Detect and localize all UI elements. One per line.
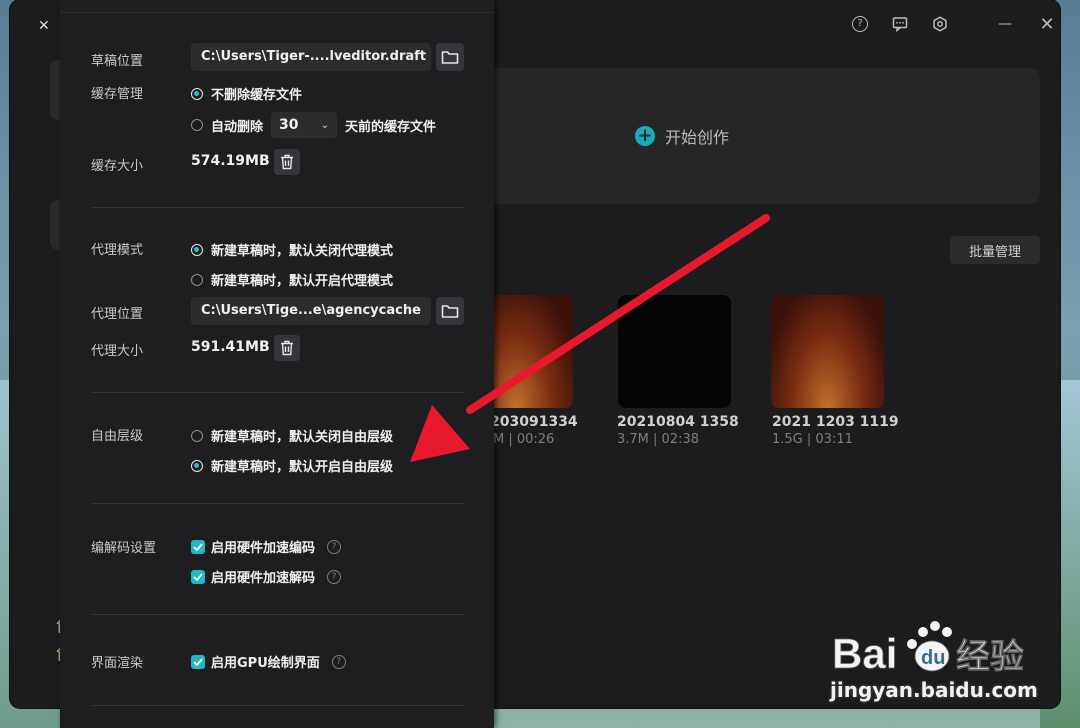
svg-text:du: du (921, 647, 945, 669)
svg-text:Bai: Bai (832, 630, 897, 677)
watermark-url: jingyan.baidu.com (830, 678, 1038, 702)
svg-text:经验: 经验 (956, 637, 1024, 677)
